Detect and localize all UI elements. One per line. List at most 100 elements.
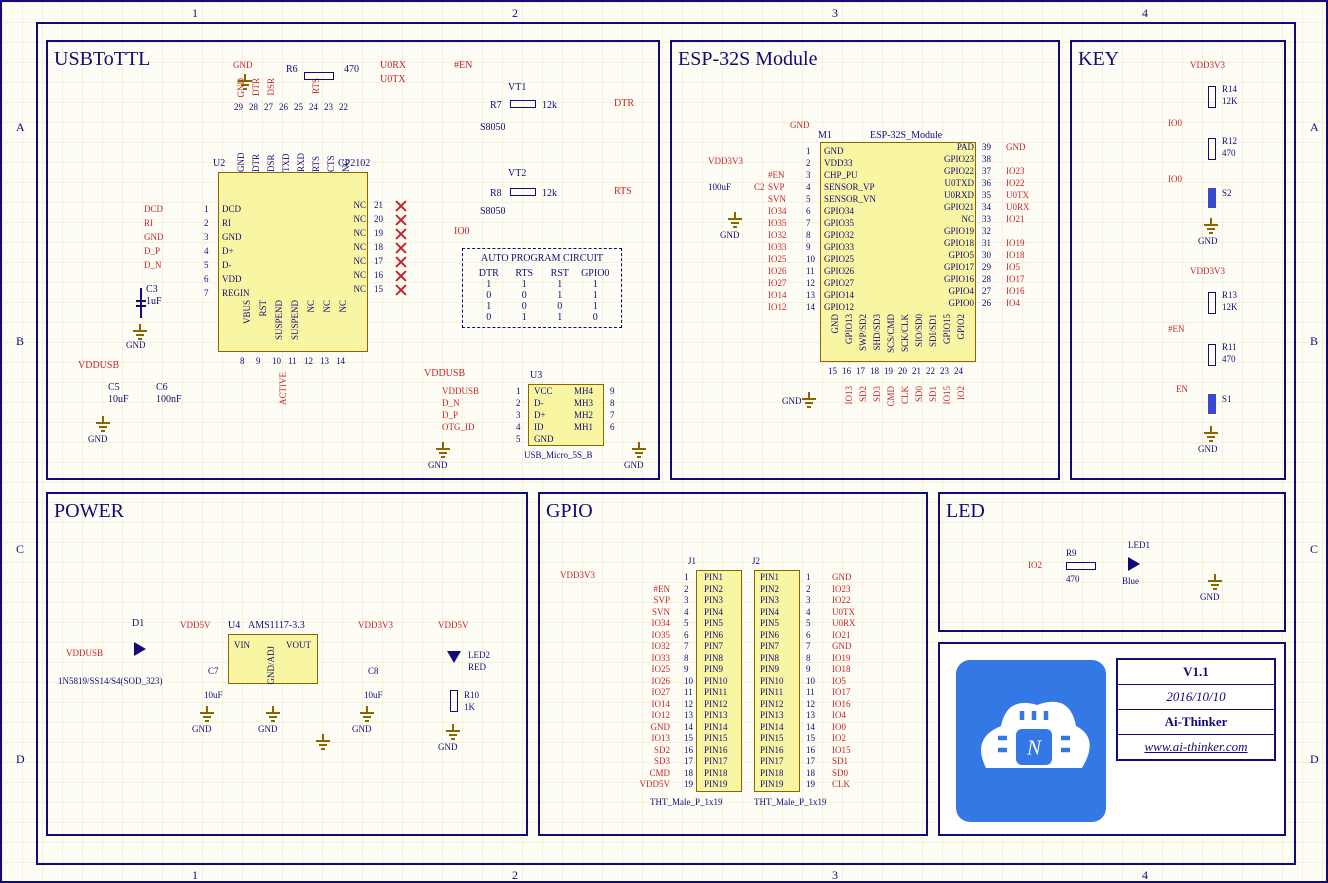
m1-right-net: GND	[1006, 142, 1026, 152]
block-gpio: GPIO J1 J2 VDD3V3 PIN11PIN22#ENPIN33SVPP…	[538, 492, 928, 836]
j2-net: IO4	[832, 710, 846, 720]
svg-text:N: N	[1026, 736, 1042, 760]
u2-left-num: 6	[204, 274, 209, 284]
u2-ref: U2	[213, 158, 225, 169]
esp-vdd: VDD3V3	[708, 156, 743, 166]
j1-pin: PIN2	[704, 584, 723, 594]
ruler-col-3: 3	[832, 6, 838, 21]
j1-pin: PIN5	[704, 618, 723, 628]
m1-right-net: IO18	[1006, 250, 1025, 260]
m1-left-pin: GPIO12	[824, 302, 854, 312]
m1-bot-num: 18	[870, 366, 879, 376]
m1-bot-pin: SDI/SD1	[928, 314, 938, 347]
m1-right-num: 39	[982, 142, 991, 152]
r8-val: 12k	[542, 188, 557, 199]
u2-top-pin: DSR	[266, 136, 276, 172]
m1-right-pin: GPIO22	[930, 166, 974, 176]
io0-net: IO0	[454, 226, 470, 237]
j1-pin: PIN13	[704, 710, 728, 720]
gnd-top	[238, 80, 252, 92]
j1-net: IO34	[618, 618, 670, 628]
ruler-col-4: 4	[1142, 6, 1148, 21]
s2-ref: S2	[1222, 188, 1232, 198]
auto-cell: 1	[542, 290, 578, 301]
gnd-c2-lbl: GND	[720, 230, 740, 240]
gnd-led1	[1208, 580, 1222, 592]
u3-right-num: 8	[610, 398, 615, 408]
m1-right-net: IO23	[1006, 166, 1025, 176]
u2-top-num: 27	[264, 102, 273, 112]
m1-right-pin: GPIO18	[930, 238, 974, 248]
pwr-vdd5v: VDD5V	[180, 620, 211, 630]
j2-pin: PIN5	[760, 618, 779, 628]
u2-left-net: D_N	[144, 260, 162, 270]
u2-right-num: 17	[374, 256, 383, 266]
title-led: LED	[946, 500, 985, 523]
m1-bot-pin: SHD/SD3	[872, 314, 882, 351]
j1-net: SD3	[618, 756, 670, 766]
j2-num: 10	[806, 676, 815, 686]
u3-left-net: D_N	[442, 398, 460, 408]
u3-left-num: 5	[516, 434, 521, 444]
j2-num: 16	[806, 745, 815, 755]
u2-top-num: 22	[339, 102, 348, 112]
r12-symbol	[1208, 138, 1216, 160]
m1-left-num: 9	[806, 242, 811, 252]
j2-pin: PIN15	[760, 733, 784, 743]
u3-right-pin: MH2	[574, 410, 593, 420]
j2-num: 1	[806, 572, 811, 582]
j1-num: 11	[684, 687, 693, 697]
u2-top-pin: DTR	[251, 136, 261, 172]
j1-num: 18	[684, 768, 693, 778]
r10-ref: R10	[464, 690, 479, 700]
u2-bot-pin: NC	[322, 300, 332, 313]
u2-top-num: 29	[234, 102, 243, 112]
block-led: LED IO2 R9 470 LED1 Blue GND	[938, 492, 1286, 632]
nc-x	[396, 257, 406, 267]
j1-pin: PIN6	[704, 630, 723, 640]
r9-val: 470	[1066, 574, 1080, 584]
nc-x	[396, 201, 406, 211]
j1-num: 1	[684, 572, 689, 582]
j1-pin: PIN11	[704, 687, 727, 697]
m1-bot-net: SD2	[858, 386, 868, 402]
r10-val: 1K	[464, 702, 475, 712]
ruler-col-1: 1	[192, 6, 198, 21]
j1-pin: PIN12	[704, 699, 728, 709]
dtr: DTR	[614, 98, 634, 109]
gnd-u4	[266, 712, 280, 724]
vt1: VT1	[508, 82, 526, 93]
j1-net: IO13	[618, 733, 670, 743]
m1-bot-net: CLK	[900, 386, 910, 404]
m1-left-num: 2	[806, 158, 811, 168]
ruler-row-c-r: C	[1310, 542, 1318, 557]
top-gnd: GND	[233, 60, 253, 70]
ruler-row-a-r: A	[1310, 120, 1319, 135]
j2-net: IO0	[832, 722, 846, 732]
u2-top-pin: CTS	[326, 136, 336, 172]
m1-left-pin: GPIO34	[824, 206, 854, 216]
tb-url[interactable]: www.ai-thinker.com	[1144, 739, 1247, 754]
u2-bot-num: 10	[272, 356, 281, 366]
u2-right-num: 15	[374, 284, 383, 294]
r11-symbol	[1208, 344, 1216, 366]
m1-right-pin: U0RXD	[930, 190, 974, 200]
j2-net: IO15	[832, 745, 851, 755]
j2-pin: PIN17	[760, 756, 784, 766]
pwr-vdd3v3: VDD3V3	[358, 620, 393, 630]
j2-num: 18	[806, 768, 815, 778]
nc-x	[396, 215, 406, 225]
j2-num: 12	[806, 699, 815, 709]
gpio-vdd: VDD3V3	[560, 570, 595, 580]
rts: RTS	[614, 186, 632, 197]
m1-left-net: IO27	[768, 278, 787, 288]
c3-symbol	[140, 288, 142, 318]
j1-num: 10	[684, 676, 693, 686]
auto-hdr: GPIO0	[578, 268, 614, 279]
d1-part: 1N5819/SS14/S4(SOD_323)	[58, 676, 163, 686]
u2-left-net: GND	[144, 232, 164, 242]
block-usbtottl: USBToTTL U2 CP2102 GND29DTR28DSR27TXD26R…	[46, 40, 660, 480]
j1-num: 16	[684, 745, 693, 755]
u2-left-num: 7	[204, 288, 209, 298]
title-power: POWER	[54, 500, 124, 523]
